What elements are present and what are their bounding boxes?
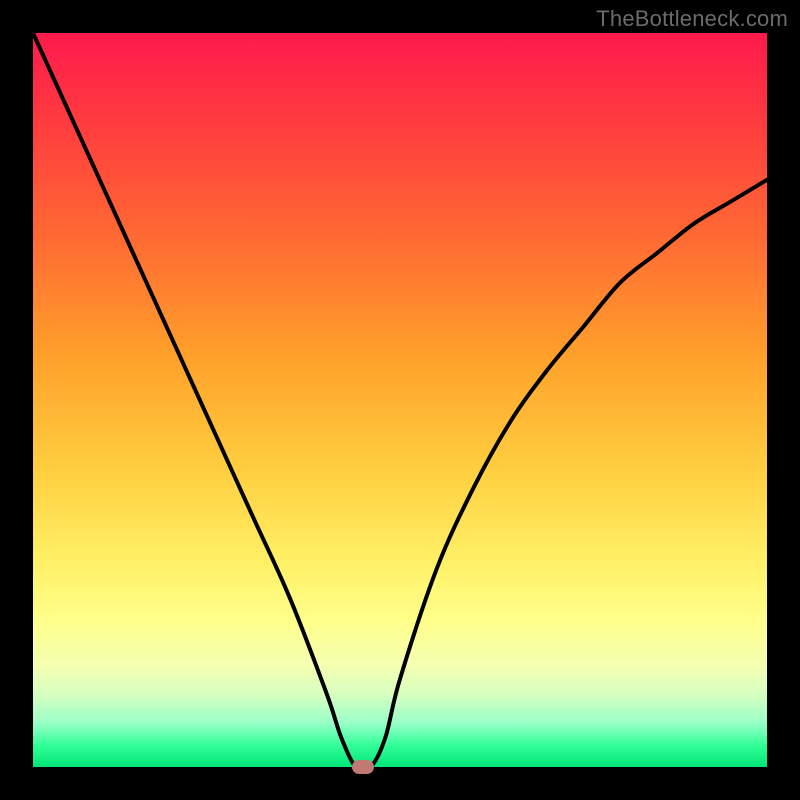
optimum-marker xyxy=(352,760,374,774)
chart-frame: TheBottleneck.com xyxy=(0,0,800,800)
watermark-text: TheBottleneck.com xyxy=(596,6,788,32)
bottleneck-curve xyxy=(33,33,767,767)
plot-area xyxy=(33,33,767,767)
